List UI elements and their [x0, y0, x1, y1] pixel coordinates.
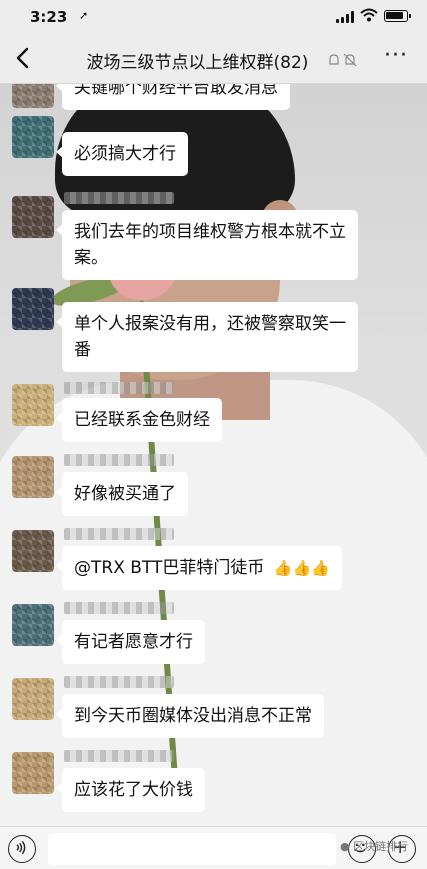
location-icon: ➚	[79, 9, 89, 22]
message-bubble[interactable]: 有记者愿意才行	[56, 620, 205, 664]
message-text: 单个人报案没有用，还被警察取笑一番	[74, 314, 346, 360]
message-text: 关键哪个财经平台敢发消息	[74, 84, 278, 98]
sender-name-blurred	[64, 750, 174, 762]
avatar[interactable]	[12, 116, 54, 158]
message-text: 我们去年的项目维权警方根本就不立案。	[74, 222, 346, 268]
voice-icon[interactable]	[8, 835, 36, 863]
watermark-text: 区块链排行	[353, 840, 409, 853]
message-text: 已经联系金色财经	[74, 410, 210, 430]
avatar[interactable]	[12, 384, 54, 426]
message-bubble[interactable]: 关键哪个财经平台敢发消息	[56, 84, 290, 110]
avatar[interactable]	[12, 752, 54, 794]
avatar[interactable]	[12, 678, 54, 720]
message-text: 好像被买通了	[74, 484, 176, 504]
mute-bell-icon	[329, 53, 357, 67]
message-bubble[interactable]: 应该花了大价钱	[56, 768, 205, 812]
message-bubble[interactable]: 我们去年的项目维权警方根本就不立案。	[56, 210, 358, 280]
chat-header: 波场三级节点以上维权群(82) ···	[0, 34, 427, 84]
watermark: ● 区块链排行	[340, 838, 408, 854]
avatar[interactable]	[12, 84, 54, 108]
message-text: @TRX BTT巴菲特门徒币	[74, 558, 265, 578]
message-bubble[interactable]: 单个人报案没有用，还被警察取笑一番	[56, 302, 358, 372]
message-input[interactable]	[48, 833, 336, 865]
avatar[interactable]	[12, 530, 54, 572]
sender-name-blurred	[64, 454, 174, 466]
sender-name-blurred	[64, 192, 174, 204]
avatar[interactable]	[12, 288, 54, 330]
message-text: 到今天币圈媒体没出消息不正常	[74, 706, 312, 726]
signal-icon	[336, 11, 354, 23]
battery-icon	[384, 10, 411, 22]
message-text: 必须搞大才行	[74, 144, 176, 164]
avatar[interactable]	[12, 456, 54, 498]
chat-title: 波场三级节点以上维权群(82)	[86, 53, 309, 73]
thumbs-up-emoji: 👍👍👍	[273, 559, 330, 577]
more-icon[interactable]: ···	[380, 45, 412, 71]
message-bubble[interactable]: @TRX BTT巴菲特门徒币 👍👍👍	[56, 546, 342, 590]
message-bubble[interactable]: 已经联系金色财经	[56, 398, 222, 442]
wechat-icon: ●	[340, 840, 350, 853]
back-arrow-icon[interactable]	[10, 44, 36, 72]
message-text: 应该花了大价钱	[74, 780, 193, 800]
avatar[interactable]	[12, 196, 54, 238]
status-bar: 3:23 ➚	[0, 0, 427, 34]
sender-name-blurred	[64, 382, 174, 394]
status-time: 3:23	[30, 8, 68, 26]
message-bubble[interactable]: 到今天币圈媒体没出消息不正常	[56, 694, 324, 738]
avatar[interactable]	[12, 604, 54, 646]
message-text: 有记者愿意才行	[74, 632, 193, 652]
wifi-icon	[360, 8, 378, 22]
message-list[interactable]: 关键哪个财经平台敢发消息 必须搞大才行 我们去年的项目维权警方根本就不立案。 单…	[0, 84, 427, 826]
sender-name-blurred	[64, 676, 174, 688]
message-bubble[interactable]: 好像被买通了	[56, 472, 188, 516]
message-bubble[interactable]: 必须搞大才行	[56, 132, 188, 176]
sender-name-blurred	[64, 602, 174, 614]
sender-name-blurred	[64, 528, 174, 540]
